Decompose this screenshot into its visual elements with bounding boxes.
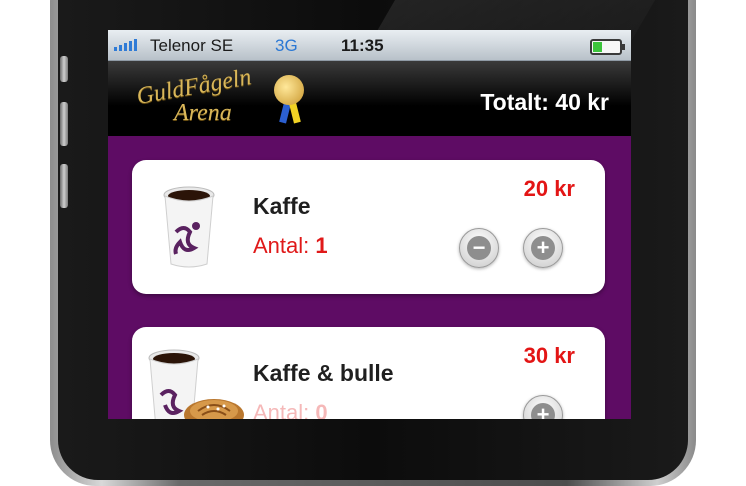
signal-strength-icon: [114, 39, 137, 51]
product-quantity: Antal: 0: [253, 400, 328, 419]
carrier-name: Telenor SE: [150, 36, 234, 55]
decrease-quantity-button[interactable]: −: [459, 228, 499, 268]
network-type: 3G: [275, 36, 298, 55]
status-bar: Telenor SE 3G 11:35: [108, 30, 631, 61]
status-time: 11:35: [341, 36, 384, 55]
increase-quantity-button[interactable]: +: [523, 395, 563, 419]
mute-switch: [60, 56, 68, 82]
cart-total: Totalt: 40 kr: [480, 89, 609, 115]
quantity-value: 1: [315, 233, 328, 258]
product-quantity: Antal: 1: [253, 233, 328, 258]
product-price: 20 kr: [523, 176, 575, 201]
coffee-and-bun-icon: [148, 349, 244, 419]
logo-text-line2: Arena: [174, 100, 232, 126]
volume-up-button: [60, 102, 68, 146]
plus-icon: +: [531, 403, 555, 419]
volume-down-button: [60, 164, 68, 208]
medal-icon: [274, 75, 304, 105]
arena-logo: GuldFågeln Arena: [135, 64, 306, 127]
product-name: Kaffe: [253, 193, 311, 219]
product-name: Kaffe & bulle: [253, 360, 394, 386]
minus-icon: −: [467, 236, 491, 260]
increase-quantity-button[interactable]: +: [523, 228, 563, 268]
coffee-cup-icon: [163, 186, 215, 268]
product-card-kaffe: Kaffe Antal: 1 20 kr − +: [132, 160, 605, 294]
battery-icon: [590, 39, 625, 55]
quantity-value: 0: [315, 400, 328, 419]
product-card-kaffe-bulle: Kaffe & bulle Antal: 0 30 kr +: [132, 327, 605, 419]
plus-icon: +: [531, 236, 555, 260]
product-price: 30 kr: [523, 343, 575, 368]
app-screen: Telenor SE 3G 11:35 GuldFågeln Arena Tot…: [108, 30, 631, 419]
app-header: GuldFågeln Arena Totalt: 40 kr: [108, 61, 631, 136]
